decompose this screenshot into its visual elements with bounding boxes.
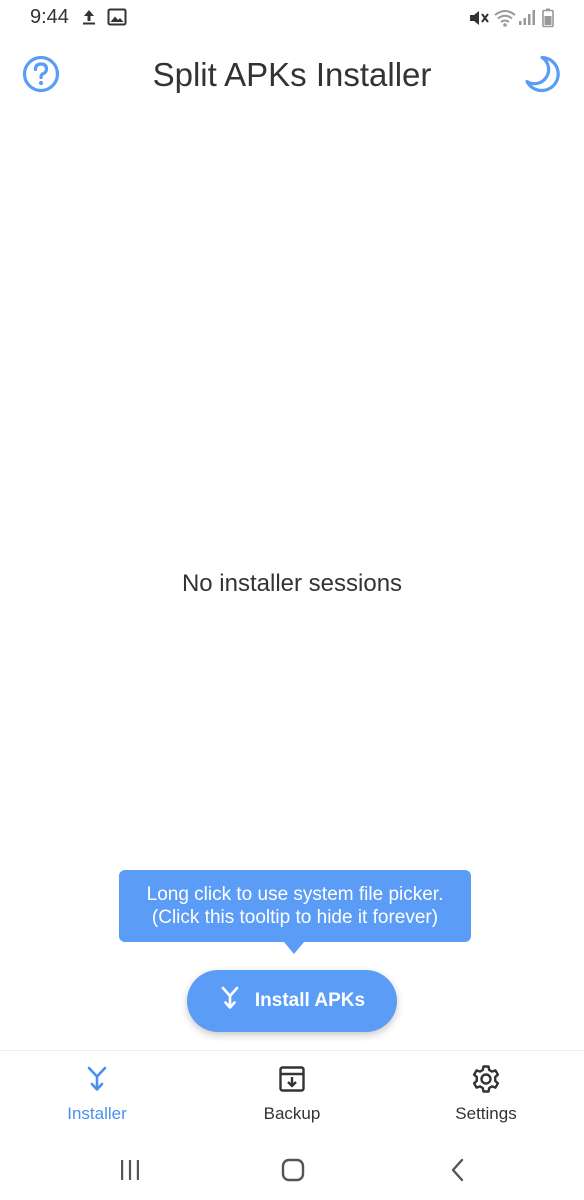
archive-icon <box>276 1063 308 1095</box>
tooltip-arrow <box>284 942 304 954</box>
moon-icon <box>522 54 562 99</box>
mute-icon <box>468 8 490 33</box>
signal-icon <box>518 8 536 31</box>
wifi-icon <box>494 8 516 33</box>
system-navigation-bar <box>0 1140 584 1200</box>
empty-state-text: No installer sessions <box>181 570 403 597</box>
home-button[interactable] <box>273 1152 313 1192</box>
nav-label-settings: Settings <box>455 1104 517 1123</box>
page-title: Split APKs Installer <box>152 56 432 93</box>
nav-item-backup[interactable]: Backup <box>222 1063 362 1133</box>
file-picker-tooltip[interactable]: Long click to use system file picker. (C… <box>119 870 471 942</box>
tooltip-line-2: (Click this tooltip to hide it forever) <box>151 907 439 928</box>
install-apks-label: Install APKs <box>254 990 366 1011</box>
nav-item-installer[interactable]: Installer <box>27 1063 167 1133</box>
merge-arrow-icon <box>81 1063 113 1095</box>
status-bar: 9:44 <box>0 0 584 36</box>
recent-apps-button[interactable] <box>110 1152 150 1192</box>
theme-toggle-button[interactable] <box>518 52 566 100</box>
nav-item-settings[interactable]: Settings <box>416 1063 556 1133</box>
bottom-navigation: Installer Backup Settings <box>0 1050 584 1138</box>
home-icon <box>280 1157 306 1188</box>
install-apks-button[interactable]: Install APKs <box>187 970 397 1032</box>
tooltip-line-1: Long click to use system file picker. <box>146 884 444 905</box>
nav-label-backup: Backup <box>263 1104 321 1123</box>
upload-icon <box>80 8 98 31</box>
battery-icon <box>542 8 554 33</box>
recent-apps-icon <box>118 1158 142 1187</box>
back-button[interactable] <box>438 1152 478 1192</box>
status-time: 9:44 <box>30 6 69 28</box>
nav-label-installer: Installer <box>67 1104 127 1123</box>
gear-icon <box>470 1063 502 1095</box>
merge-arrow-icon <box>219 986 241 1016</box>
image-icon <box>107 8 127 31</box>
app-header: Split APKs Installer <box>0 40 584 112</box>
back-icon <box>448 1158 468 1187</box>
